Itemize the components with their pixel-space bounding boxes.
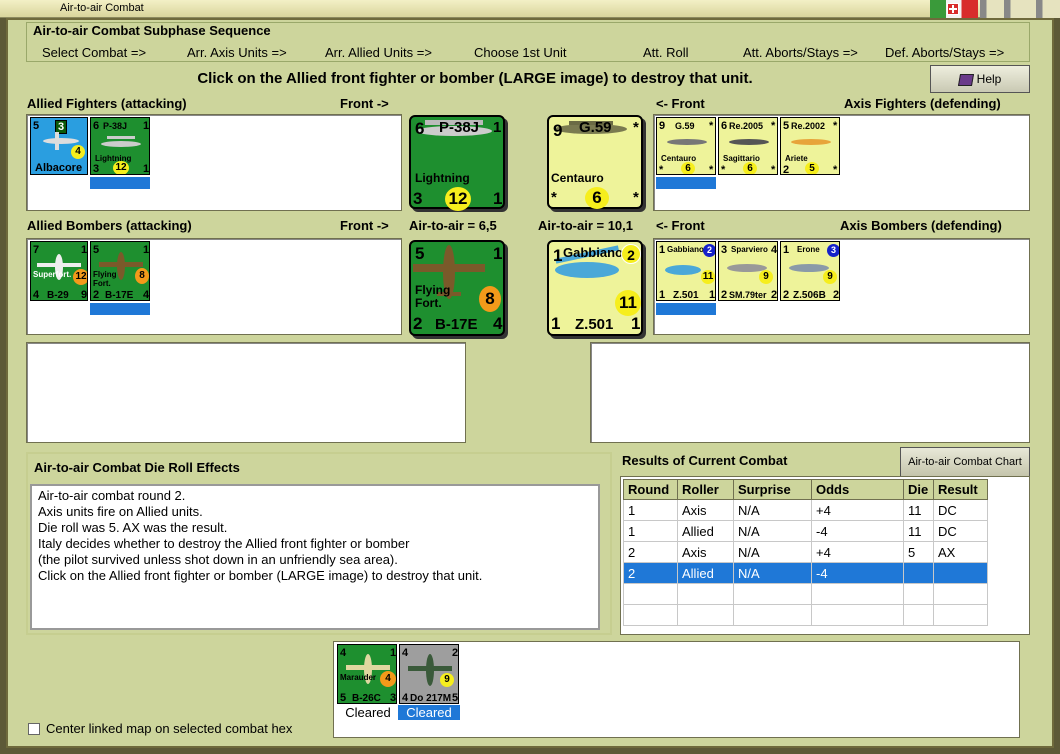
table-row[interactable] (623, 604, 988, 626)
die-roll-effects-panel: Air-to-air Combat Die Roll Effects Air-t… (26, 452, 612, 635)
allied-reserve-panel (26, 342, 466, 443)
front-arrow-right-2: Front -> (340, 218, 389, 233)
counter-albacore[interactable]: 5 3 4 Albacore (30, 117, 88, 175)
table-row-selected[interactable]: 2 Allied N/A -4 (623, 562, 988, 584)
selection-bar (90, 303, 150, 315)
results-title: Results of Current Combat (622, 453, 788, 468)
window-titlebar: Air-to-air Combat (0, 0, 1060, 18)
counter-b29[interactable]: 7 1 Superfort. 12 4 B-29 9 (30, 241, 88, 301)
cleared-label: Cleared (345, 705, 391, 720)
front-allied-bomber[interactable]: 5 1 Flying Fort. 8 2 B-17E 4 (409, 240, 505, 336)
selection-bar (90, 177, 150, 189)
seq-choose-first: Choose 1st Unit (474, 45, 567, 60)
book-icon (957, 73, 974, 86)
window-border-right (1054, 18, 1060, 754)
allied-bombers-label: Allied Bombers (attacking) (27, 218, 192, 233)
results-table-box: Round Roller Surprise Odds Die Result 1A… (620, 476, 1030, 635)
italy-flag-icon (930, 0, 978, 18)
results-table: Round Roller Surprise Odds Die Result 1A… (623, 479, 988, 626)
front-arrow-left: <- Front (656, 96, 705, 111)
axis-fighters-label: Axis Fighters (defending) (844, 96, 1001, 111)
front-allied-fighter[interactable]: 6 P-38J 1 Lightning 3 12 1 (409, 115, 505, 211)
counter-g59[interactable]: 9 G.59 * Centauro * 6 * (656, 117, 716, 175)
axis-bombers-label: Axis Bombers (defending) (840, 218, 1002, 233)
plane-icon (791, 139, 831, 145)
counter-p38j[interactable]: 6 P-38J 1 Lightning 3 12 1 (90, 117, 150, 175)
front-axis-bomber[interactable]: 1 Gabbiano 2 11 1 Z.501 1 (547, 240, 643, 336)
front-arrow-right: Front -> (340, 96, 389, 111)
effects-text: Air-to-air combat round 2. Axis units fi… (30, 484, 600, 630)
allied-fighters-label: Allied Fighters (attacking) (27, 96, 187, 111)
counter-sm79ter[interactable]: 3 Sparviero 4 9 2 SM.79ter 2 (718, 241, 778, 301)
plane-icon (729, 139, 769, 145)
effects-title: Air-to-air Combat Die Roll Effects (34, 460, 240, 475)
counter-z501[interactable]: 1 Gabbiano 2 11 1 Z.501 1 (656, 241, 716, 301)
ata-axis-value: Air-to-air = 10,1 (538, 218, 634, 233)
seq-def-aborts: Def. Aborts/Stays => (885, 45, 1005, 60)
front-arrow-left-2: <- Front (656, 218, 705, 233)
window-title: Air-to-air Combat (60, 2, 144, 14)
counter-b26c[interactable]: 4 1 Marauder 4 5 B-26C 3 (337, 644, 397, 704)
front-axis-fighter[interactable]: 9 G.59 * Centauro * 6 * (547, 115, 643, 209)
center-map-label: Center linked map on selected combat hex (46, 721, 293, 736)
counter-re2002[interactable]: 5 Re.2002 * Ariete 2 5 * (780, 117, 840, 175)
plane-icon (101, 136, 141, 147)
ata-allied-value: Air-to-air = 6,5 (409, 218, 497, 233)
counter-z506b[interactable]: 1 Erone 3 9 2 Z.506B 2 (780, 241, 840, 301)
subphase-sequence: Air-to-air Combat Subphase Sequence Sele… (26, 22, 1030, 62)
center-map-checkbox[interactable] (28, 723, 40, 735)
window-controls[interactable] (980, 0, 1060, 18)
help-button[interactable]: Help (930, 65, 1030, 93)
counter-b17e[interactable]: 5 1 Flying Fort. 8 2 B-17E 4 (90, 241, 150, 301)
table-row[interactable] (623, 583, 988, 605)
counter-do217m[interactable]: 4 2 9 4 Do 217M 5 (399, 644, 459, 704)
sequence-title: Air-to-air Combat Subphase Sequence (33, 23, 271, 38)
plane-icon (667, 139, 707, 145)
seq-arr-axis: Arr. Axis Units => (187, 45, 287, 60)
plane-icon (665, 265, 701, 275)
table-row[interactable]: 1 Axis N/A +4 11 DC (623, 499, 988, 521)
counter-re2005[interactable]: 6 Re.2005 * Sagittario * 6 * (718, 117, 778, 175)
instruction-text: Click on the Allied front fighter or bom… (197, 70, 753, 87)
selection-bar (656, 303, 716, 315)
seq-arr-allied: Arr. Allied Units => (325, 45, 432, 60)
help-label: Help (976, 72, 1002, 86)
axis-reserve-panel (590, 342, 1030, 443)
seq-select-combat: Select Combat => (42, 45, 147, 60)
table-row[interactable]: 1 Allied N/A -4 11 DC (623, 520, 988, 542)
combat-chart-button[interactable]: Air-to-air Combat Chart (900, 447, 1030, 477)
window-border-bottom (0, 748, 1060, 754)
selection-bar (656, 177, 716, 189)
seq-att-aborts: Att. Aborts/Stays => (743, 45, 858, 60)
table-row[interactable]: 2 Axis N/A +4 5 AX (623, 541, 988, 563)
cleared-label-selected: Cleared (398, 705, 460, 720)
seq-att-roll: Att. Roll (643, 45, 689, 60)
